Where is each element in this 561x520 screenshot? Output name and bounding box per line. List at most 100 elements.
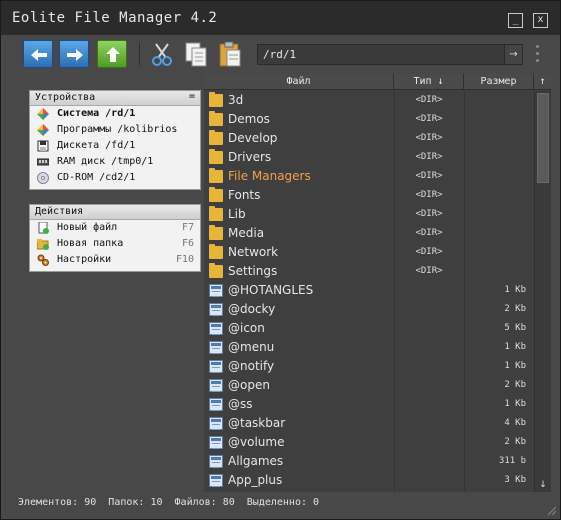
cdrom-icon bbox=[37, 172, 49, 184]
paste-icon bbox=[219, 41, 241, 67]
file-name: Lib bbox=[228, 207, 246, 221]
paste-button[interactable] bbox=[215, 40, 245, 68]
folder-icon bbox=[209, 225, 223, 240]
file-name: File Managers bbox=[228, 169, 311, 183]
file-name: App_plus bbox=[228, 473, 283, 487]
file-row[interactable]: @menu 1 Kb bbox=[204, 338, 534, 357]
system-icon bbox=[37, 108, 49, 120]
device-item-ramdisk[interactable]: RAM диск /tmp0/1 bbox=[30, 154, 200, 170]
file-row[interactable]: Fonts <DIR> bbox=[204, 186, 534, 205]
file-type: <DIR> bbox=[415, 247, 443, 257]
settings-icon bbox=[37, 254, 49, 266]
file-name: @notify bbox=[228, 359, 275, 373]
copy-button[interactable] bbox=[181, 40, 211, 68]
file-row[interactable]: Allgames 311 b bbox=[204, 452, 534, 471]
device-item-system[interactable]: Система /rd/1 bbox=[30, 106, 200, 122]
forward-button[interactable] bbox=[59, 40, 89, 68]
vertical-scrollbar[interactable]: ↓ bbox=[534, 91, 551, 492]
scroll-down-button[interactable]: ↓ bbox=[535, 478, 551, 492]
file-row[interactable]: @ss 1 Kb bbox=[204, 395, 534, 414]
file-row[interactable]: Drivers <DIR> bbox=[204, 148, 534, 167]
file-size: 2 Kb bbox=[504, 380, 526, 390]
toolbar-separator bbox=[139, 43, 140, 65]
app-window: Eolite File Manager 4.2 _ x /rd/1 → Устр… bbox=[0, 0, 561, 520]
close-button[interactable]: x bbox=[533, 13, 548, 28]
file-name: @taskbar bbox=[228, 416, 286, 430]
file-row[interactable]: App_plus 3 Kb bbox=[204, 471, 534, 490]
file-name: Media bbox=[228, 226, 265, 240]
column-header-size[interactable]: Размер bbox=[464, 74, 534, 90]
toolbar: /rd/1 → bbox=[1, 35, 560, 73]
left-panel: Устройства = Система /rd/1 Программы /ko… bbox=[13, 74, 204, 492]
file-row[interactable]: File Managers <DIR> bbox=[204, 167, 534, 186]
floppy-icon bbox=[37, 140, 49, 152]
folder-icon bbox=[209, 149, 223, 164]
cut-button[interactable] bbox=[147, 40, 177, 68]
file-row[interactable]: @docky 2 Kb bbox=[204, 300, 534, 319]
file-row[interactable]: @taskbar 4 Kb bbox=[204, 414, 534, 433]
path-text: /rd/1 bbox=[263, 48, 297, 61]
file-row[interactable]: @open 2 Kb bbox=[204, 376, 534, 395]
minimize-button[interactable]: _ bbox=[508, 13, 523, 28]
file-row[interactable]: Demos <DIR> bbox=[204, 110, 534, 129]
go-button[interactable]: → bbox=[504, 45, 522, 64]
file-name: @ss bbox=[228, 397, 253, 411]
ramdisk-icon bbox=[37, 158, 49, 166]
file-type: <DIR> bbox=[415, 228, 443, 238]
column-header-name[interactable]: Файл bbox=[204, 74, 394, 90]
file-icon bbox=[209, 322, 223, 335]
file-row[interactable]: Settings <DIR> bbox=[204, 262, 534, 281]
file-row[interactable]: Develop <DIR> bbox=[204, 129, 534, 148]
file-name: Fonts bbox=[228, 188, 261, 202]
action-new-file[interactable]: Новый файл F7 bbox=[30, 220, 200, 236]
new-file-icon bbox=[38, 222, 49, 234]
file-icon bbox=[209, 303, 223, 316]
column-header-type[interactable]: Тип ↓ bbox=[394, 74, 464, 90]
action-settings[interactable]: Настройки F10 bbox=[30, 252, 200, 268]
file-list: Файл Тип ↓ Размер ↑ 3d <DIR> Demos <DIR> Dev… bbox=[204, 74, 551, 492]
file-row[interactable]: @HOTANGLES 1 Kb bbox=[204, 281, 534, 300]
file-row[interactable]: 3d <DIR> bbox=[204, 91, 534, 110]
file-icon bbox=[209, 455, 223, 468]
device-item-cdrom[interactable]: CD-ROM /cd2/1 bbox=[30, 170, 200, 186]
scrollbar-thumb[interactable] bbox=[537, 93, 549, 183]
file-size: 2 Kb bbox=[504, 437, 526, 447]
file-icon bbox=[209, 417, 223, 430]
device-item-programs[interactable]: Программы /kolibrios bbox=[30, 122, 200, 138]
copy-icon bbox=[185, 42, 207, 67]
file-size: 2 Kb bbox=[504, 304, 526, 314]
title-bar[interactable]: Eolite File Manager 4.2 _ x bbox=[1, 1, 560, 35]
devices-title: Устройства bbox=[35, 92, 96, 103]
file-name: 3d bbox=[228, 93, 244, 107]
arrow-up-icon bbox=[106, 47, 120, 62]
folder-icon bbox=[209, 244, 223, 259]
file-row[interactable]: @volume 2 Kb bbox=[204, 433, 534, 452]
actions-title: Действия bbox=[35, 206, 84, 217]
file-row[interactable]: Media <DIR> bbox=[204, 224, 534, 243]
device-item-floppy[interactable]: Дискета /fd/1 bbox=[30, 138, 200, 154]
file-name: @open bbox=[228, 378, 270, 392]
file-size: 1 Kb bbox=[504, 399, 526, 409]
status-text: Элементов: 90 Папок: 10 Файлов: 80 Выдел… bbox=[18, 497, 320, 508]
scissors-icon bbox=[152, 43, 172, 66]
status-bar: Элементов: 90 Папок: 10 Файлов: 80 Выдел… bbox=[1, 492, 560, 519]
file-row[interactable]: Lib <DIR> bbox=[204, 205, 534, 224]
file-name: @HOTANGLES bbox=[228, 283, 314, 297]
file-name: Settings bbox=[228, 264, 278, 278]
resize-grip-icon[interactable] bbox=[546, 505, 556, 515]
file-type: <DIR> bbox=[415, 171, 443, 181]
back-button[interactable] bbox=[23, 40, 53, 68]
path-input[interactable]: /rd/1 → bbox=[257, 44, 523, 65]
file-row[interactable]: @icon 5 Kb bbox=[204, 319, 534, 338]
scroll-up-button[interactable]: ↑ bbox=[534, 74, 551, 90]
file-name: Drivers bbox=[228, 150, 272, 164]
file-row[interactable]: Network <DIR> bbox=[204, 243, 534, 262]
toolbar-menu-icon[interactable] bbox=[536, 45, 540, 63]
file-name: @icon bbox=[228, 321, 265, 335]
action-new-folder[interactable]: Новая папка F6 bbox=[30, 236, 200, 252]
up-button[interactable] bbox=[97, 40, 127, 68]
devices-menu-icon[interactable]: = bbox=[189, 91, 195, 102]
file-type: <DIR> bbox=[415, 152, 443, 162]
file-type: <DIR> bbox=[415, 266, 443, 276]
file-row[interactable]: @notify 1 Kb bbox=[204, 357, 534, 376]
